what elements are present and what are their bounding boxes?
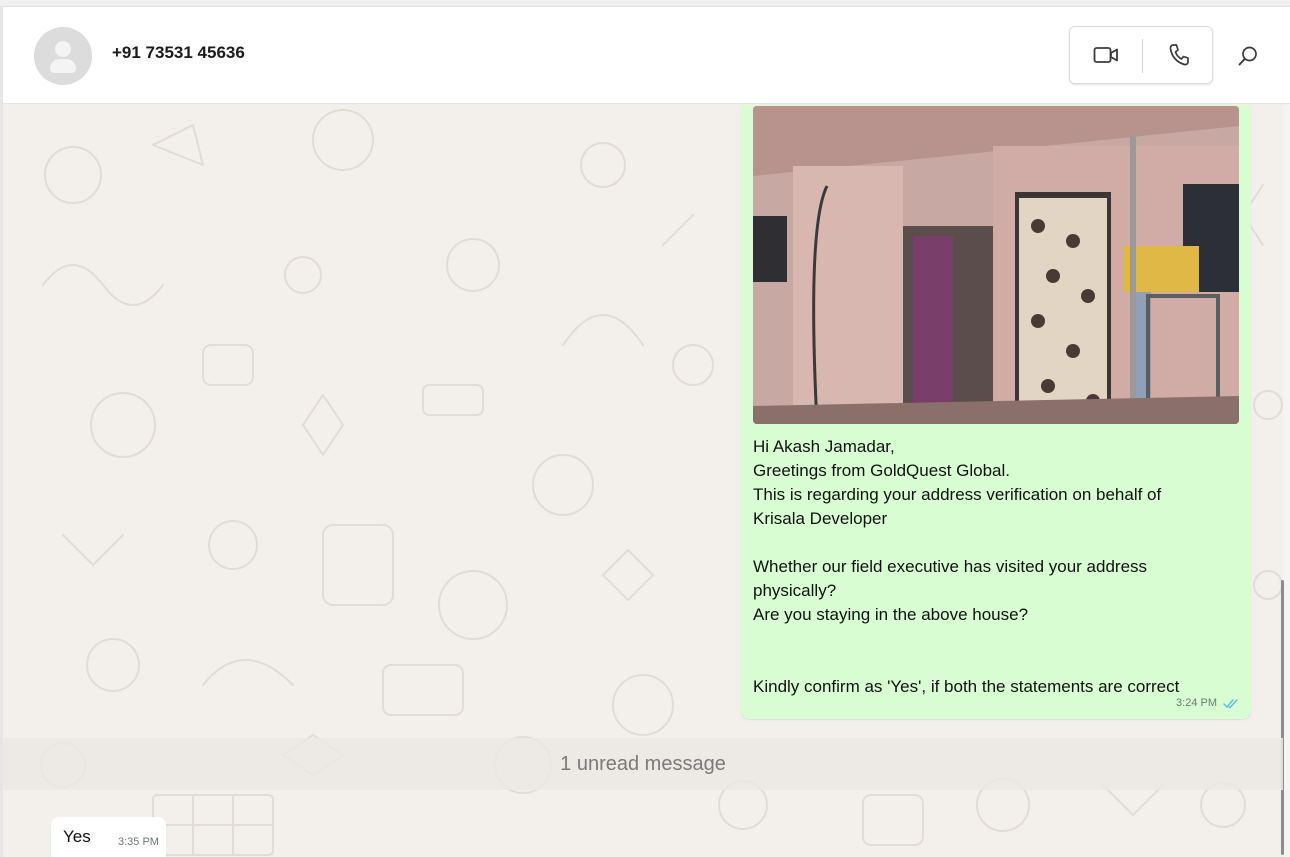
message-meta: 3:24 PM <box>1176 697 1239 709</box>
video-camera-icon <box>1093 47 1118 63</box>
chat-header: +91 73531 45636 <box>3 7 1290 104</box>
search-icon <box>1238 46 1257 66</box>
message-text: Yes <box>63 827 91 846</box>
search-button[interactable] <box>1233 41 1263 71</box>
avatar-body-shape <box>50 59 76 73</box>
avatar[interactable] <box>34 27 92 85</box>
window-top-strip <box>0 0 1290 7</box>
message-photo[interactable] <box>753 106 1239 424</box>
double-check-icon <box>1223 698 1238 708</box>
unread-separator: 1 unread message <box>3 738 1283 790</box>
message-time: 3:24 PM <box>1176 697 1217 709</box>
message-text: Hi Akash Jamadar, Greetings from GoldQue… <box>753 437 1180 696</box>
scrollbar-thumb[interactable] <box>1281 580 1284 855</box>
outgoing-message[interactable]: Hi Akash Jamadar, Greetings from GoldQue… <box>741 105 1251 719</box>
incoming-message[interactable]: Yes 3:35 PM <box>51 817 166 857</box>
avatar-head-shape <box>55 41 71 57</box>
house-photo-illustration <box>753 106 1239 424</box>
unread-count-label: 1 unread message <box>560 752 726 775</box>
call-button-group <box>1069 26 1213 84</box>
voice-call-button[interactable] <box>1143 27 1214 83</box>
message-time: 3:35 PM <box>118 836 159 848</box>
scrollbar-track[interactable] <box>1283 105 1290 857</box>
video-call-button[interactable] <box>1070 27 1141 83</box>
phone-icon <box>1169 44 1189 66</box>
contact-name[interactable]: +91 73531 45636 <box>112 43 245 63</box>
